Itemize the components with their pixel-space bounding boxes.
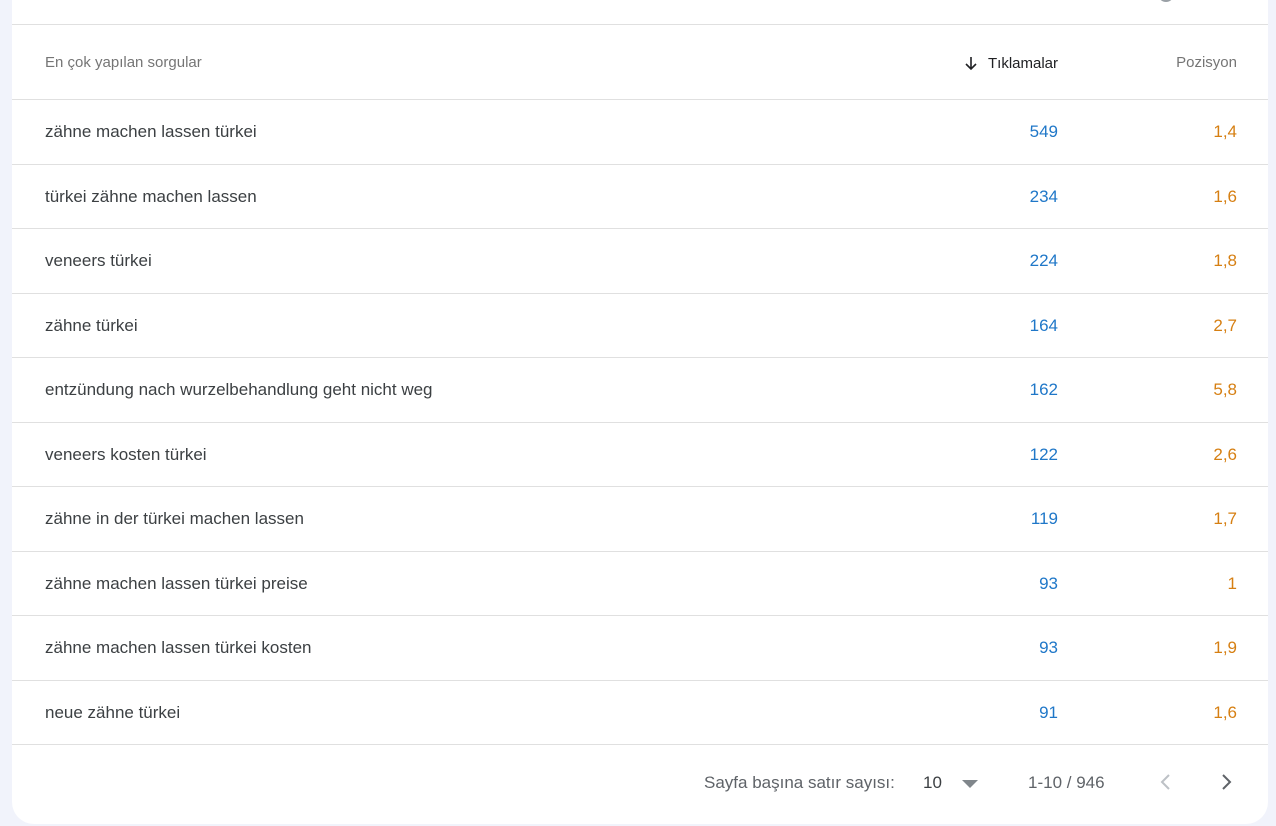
table-row[interactable]: zähne machen lassen türkei 549 1,4 [12,100,1268,165]
header-clicks-sort[interactable]: Tıklamalar [963,25,1058,101]
queries-card: En çok yapılan sorgular Tıklamalar Pozis… [12,0,1268,824]
clicks-cell: 549 [1029,122,1058,141]
table-row[interactable]: zähne türkei 164 2,7 [12,294,1268,358]
position-cell: 5,8 [1213,380,1237,399]
table-row[interactable]: veneers kosten türkei 122 2,6 [12,423,1268,487]
query-cell: veneers türkei [45,251,152,270]
arrow-down-icon [965,57,977,71]
table-row[interactable]: neue zähne türkei 91 1,6 [12,681,1268,745]
dropdown-caret-icon[interactable] [962,780,978,788]
clicks-cell: 164 [1029,315,1058,335]
chevron-right-icon[interactable] [1214,770,1238,794]
query-cell: zähne machen lassen türkei [45,122,257,141]
clicks-cell: 234 [1029,186,1058,206]
clicks-cell: 119 [1030,509,1058,528]
rows-per-page-select[interactable]: 10 [923,745,942,821]
query-cell: entzündung nach wurzelbehandlung geht ni… [45,380,433,399]
header-query: En çok yapılan sorgular [45,54,202,71]
position-cell: 1,9 [1213,638,1237,657]
table-body: zähne machen lassen türkei 549 1,4 türke… [12,100,1268,745]
query-cell: zähne in der türkei machen lassen [45,509,304,528]
pagination-range: 1-10 / 946 [1028,773,1105,792]
position-cell: 1,7 [1213,509,1237,528]
query-cell: zähne machen lassen türkei kosten [45,638,312,657]
chevron-left-icon[interactable] [1154,770,1178,794]
clicks-cell: 91 [1039,702,1058,722]
query-cell: türkei zähne machen lassen [45,186,257,206]
position-cell: 1,6 [1213,702,1237,722]
table-row[interactable]: zähne in der türkei machen lassen 119 1,… [12,487,1268,552]
query-cell: veneers kosten türkei [45,444,207,464]
header-position[interactable]: Pozisyon [1176,25,1237,101]
table-row[interactable]: entzündung nach wurzelbehandlung geht ni… [12,358,1268,423]
position-cell: 1 [1227,573,1237,593]
clicks-cell: 224 [1029,251,1058,270]
position-cell: 1,6 [1213,186,1237,206]
query-cell: zähne türkei [45,315,138,335]
partial-icon [1158,0,1174,2]
header-clicks: Tıklamalar [987,54,1058,72]
rows-per-page-label: Sayfa başına satır sayısı: [704,773,895,792]
query-cell: neue zähne türkei [45,702,181,722]
clicks-cell: 122 [1029,444,1058,464]
clicks-cell: 93 [1039,638,1058,657]
position-cell: 1,8 [1213,251,1237,270]
table-row[interactable]: veneers türkei 224 1,8 [12,229,1268,294]
pagination-bar: Sayfa başına satır sayısı: 10 1-10 / 946 [12,745,1268,821]
position-cell: 2,6 [1213,444,1237,464]
query-cell: zähne machen lassen türkei preise [45,573,308,593]
clicks-cell: 162 [1029,380,1058,399]
table-row[interactable]: türkei zähne machen lassen 234 1,6 [12,165,1268,229]
position-cell: 2,7 [1213,315,1237,335]
table-header: En çok yapılan sorgular Tıklamalar Pozis… [12,24,1268,100]
table-row[interactable]: zähne machen lassen türkei kosten 93 1,9 [12,616,1268,681]
table-row[interactable]: zähne machen lassen türkei preise 93 1 [12,552,1268,616]
clicks-cell: 93 [1039,573,1058,593]
position-cell: 1,4 [1213,122,1237,141]
